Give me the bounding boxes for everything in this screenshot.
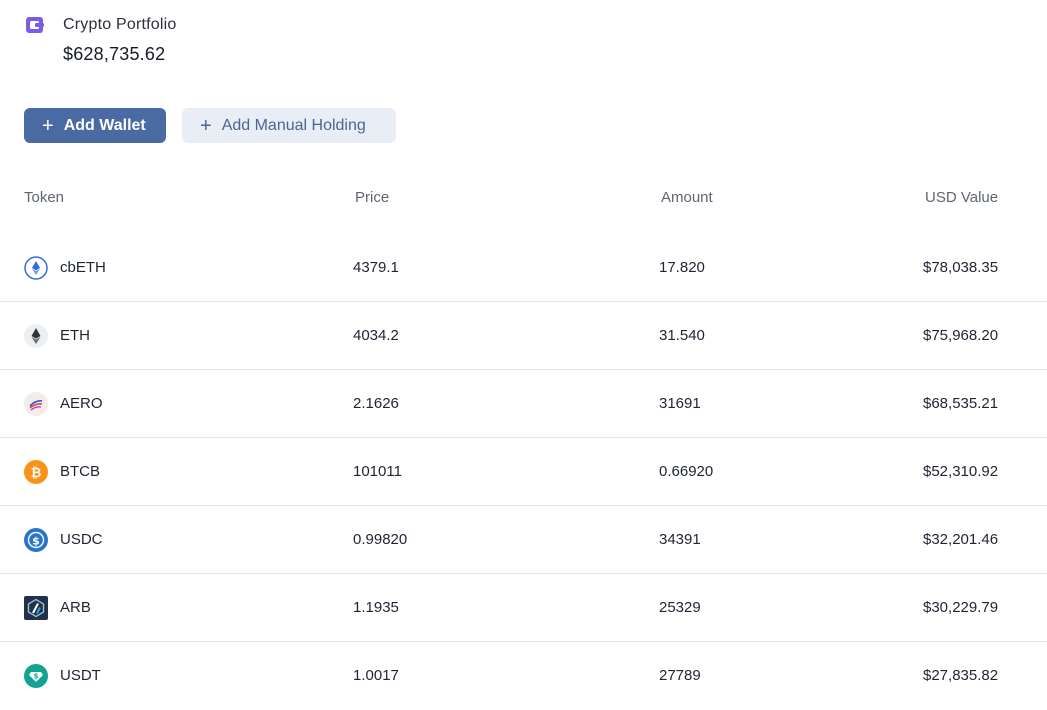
table-row[interactable]: cbETH 4379.1 17.820 $78,038.35 bbox=[0, 234, 1047, 302]
token-name: AERO bbox=[60, 395, 103, 412]
token-name: USDT bbox=[60, 667, 101, 684]
cbeth-icon bbox=[24, 255, 48, 280]
btcb-icon: ₿ bbox=[24, 459, 48, 484]
wallet-icon bbox=[24, 14, 46, 36]
portfolio-total-value: $628,735.62 bbox=[63, 44, 166, 64]
column-header-usd-value[interactable]: USD Value bbox=[925, 189, 998, 206]
token-amount: 17.820 bbox=[659, 259, 705, 276]
column-header-token[interactable]: Token bbox=[24, 189, 64, 206]
aero-icon bbox=[24, 391, 48, 416]
svg-text:$: $ bbox=[32, 534, 40, 547]
token-usd-value: $78,038.35 bbox=[923, 259, 999, 276]
token-amount: 27789 bbox=[659, 667, 701, 684]
svg-text:$: $ bbox=[34, 672, 39, 680]
eth-icon bbox=[24, 323, 48, 348]
table-row[interactable]: ₿ BTCB 101011 0.66920 $52,310.92 bbox=[0, 438, 1047, 506]
svg-text:₿: ₿ bbox=[31, 466, 42, 481]
token-name: BTCB bbox=[60, 463, 101, 480]
token-price: 4379.1 bbox=[353, 259, 399, 276]
table-row[interactable]: $ USDC 0.99820 34391 $32,201.46 bbox=[0, 506, 1047, 574]
page-title: Crypto Portfolio bbox=[63, 16, 177, 33]
usdc-icon: $ bbox=[24, 527, 48, 552]
action-bar: + Add Wallet + Add Manual Holding bbox=[24, 108, 396, 143]
column-header-amount[interactable]: Amount bbox=[661, 189, 713, 206]
token-amount: 31.540 bbox=[659, 327, 705, 344]
token-usd-value: $32,201.46 bbox=[923, 531, 999, 548]
token-price: 101011 bbox=[353, 463, 402, 480]
token-usd-value: $52,310.92 bbox=[923, 463, 999, 480]
add-wallet-label: Add Wallet bbox=[63, 116, 146, 134]
token-amount: 34391 bbox=[659, 531, 701, 548]
token-amount: 0.66920 bbox=[659, 463, 714, 480]
token-amount: 31691 bbox=[659, 395, 701, 412]
token-usd-value: $75,968.20 bbox=[923, 327, 999, 344]
table-row[interactable]: AERO 2.1626 31691 $68,535.21 bbox=[0, 370, 1047, 438]
token-usd-value: $30,229.79 bbox=[923, 599, 999, 616]
token-usd-value: $68,535.21 bbox=[923, 395, 999, 412]
table-row[interactable]: ETH 4034.2 31.540 $75,968.20 bbox=[0, 302, 1047, 370]
token-name: ETH bbox=[60, 327, 90, 344]
token-amount: 25329 bbox=[659, 599, 701, 616]
plus-icon: + bbox=[200, 114, 212, 137]
token-name: cbETH bbox=[60, 259, 106, 276]
token-name: ARB bbox=[60, 599, 91, 616]
plus-icon: + bbox=[42, 114, 54, 137]
column-header-price[interactable]: Price bbox=[355, 189, 389, 206]
token-usd-value: $27,835.82 bbox=[923, 667, 999, 684]
holdings-table: Token Price Amount USD Value cbETH 4379.… bbox=[0, 170, 1047, 710]
table-row[interactable]: $ USDT 1.0017 27789 $27,835.82 bbox=[0, 642, 1047, 710]
token-price: 0.99820 bbox=[353, 531, 408, 548]
add-wallet-button[interactable]: + Add Wallet bbox=[24, 108, 166, 143]
portfolio-header: Crypto Portfolio $628,735.62 bbox=[24, 12, 176, 65]
token-price: 1.0017 bbox=[353, 667, 399, 684]
usdt-icon: $ bbox=[24, 663, 48, 688]
add-manual-holding-button[interactable]: + Add Manual Holding bbox=[182, 108, 396, 143]
table-row[interactable]: ARB 1.1935 25329 $30,229.79 bbox=[0, 574, 1047, 642]
token-name: USDC bbox=[60, 531, 103, 548]
table-header: Token Price Amount USD Value bbox=[0, 170, 1047, 226]
token-price: 2.1626 bbox=[353, 395, 399, 412]
add-manual-holding-label: Add Manual Holding bbox=[221, 116, 366, 134]
token-price: 1.1935 bbox=[353, 599, 399, 616]
token-price: 4034.2 bbox=[353, 327, 399, 344]
arb-icon bbox=[24, 595, 48, 620]
